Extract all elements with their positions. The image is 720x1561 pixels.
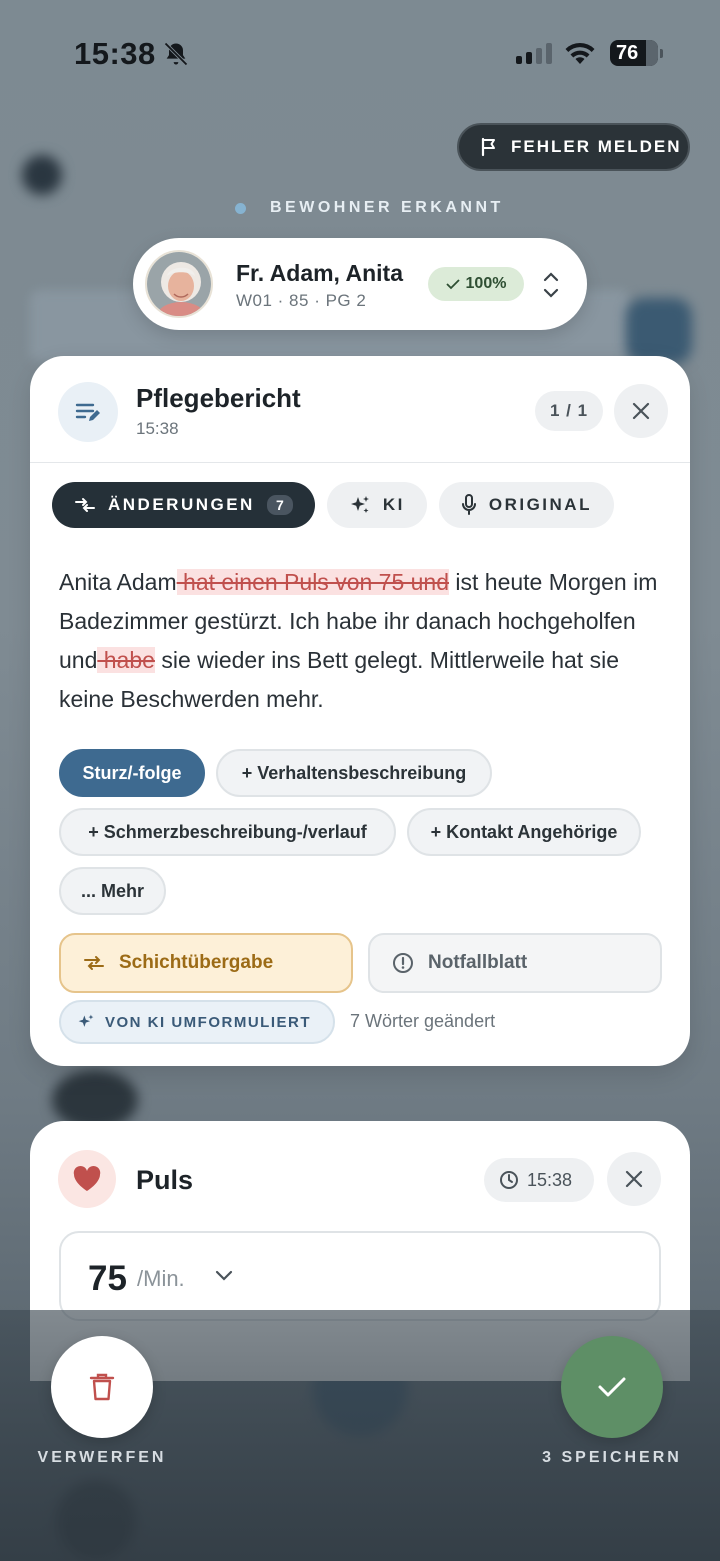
swap-arrows-icon bbox=[84, 956, 104, 970]
pulse-title: Puls bbox=[136, 1165, 194, 1195]
discard-button[interactable] bbox=[51, 1336, 153, 1438]
tag-behavior[interactable]: + Verhaltensbeschreibung bbox=[216, 749, 492, 797]
swap-arrows-icon bbox=[75, 498, 95, 512]
sparkle-icon bbox=[350, 496, 369, 513]
report-text[interactable]: Anita Adam hat einen Puls von 75 und ist… bbox=[59, 563, 669, 719]
chevron-up-down-icon[interactable] bbox=[538, 268, 564, 302]
battery-indicator: 76 bbox=[610, 40, 663, 66]
check-icon bbox=[445, 279, 460, 290]
view-tabs: ÄNDERUNGEN 7 KI ORIGINAL bbox=[52, 482, 614, 528]
pulse-unit: /Min. bbox=[137, 1266, 185, 1291]
pulse-value: 75 bbox=[88, 1259, 127, 1298]
background-avatar bbox=[22, 155, 62, 195]
wifi-icon bbox=[565, 42, 595, 64]
tab-original[interactable]: ORIGINAL bbox=[438, 482, 614, 528]
emergency-sheet-label: Notfallblatt bbox=[428, 952, 528, 973]
microphone-icon bbox=[461, 494, 476, 515]
close-pulse-button[interactable] bbox=[607, 1152, 661, 1206]
pulse-time-button[interactable]: 15:38 bbox=[484, 1158, 594, 1202]
report-error-label: FEHLER MELDEN bbox=[511, 137, 682, 156]
tab-changes-label: ÄNDERUNGEN bbox=[108, 495, 255, 514]
card-title: Pflegebericht bbox=[136, 383, 301, 413]
tab-ki-label: KI bbox=[382, 495, 405, 514]
changes-count-badge: 7 bbox=[266, 495, 293, 515]
tag-pain[interactable]: + Schmerzbeschreibung-/verlauf bbox=[59, 808, 396, 856]
care-report-card: Pflegebericht 15:38 1 / 1 ÄNDERUNGEN 7 K… bbox=[30, 356, 690, 1066]
background-fab bbox=[626, 298, 692, 364]
divider bbox=[30, 462, 690, 463]
resident-recognized-label: BEWOHNER ERKANNT bbox=[270, 199, 504, 216]
deleted-text: hat einen Puls von 75 und bbox=[176, 569, 450, 595]
report-error-button[interactable]: FEHLER MELDEN bbox=[457, 123, 690, 171]
close-icon bbox=[632, 402, 650, 420]
ai-rephrased-label: VON KI UMFORMULIERT bbox=[105, 1013, 311, 1031]
status-time: 15:38 bbox=[74, 36, 156, 71]
pulse-value-input[interactable]: 75 /Min. bbox=[59, 1231, 661, 1321]
shift-handover-button[interactable]: Schichtübergabe bbox=[59, 933, 353, 993]
bell-off-icon bbox=[164, 42, 188, 66]
tag-relatives[interactable]: + Kontakt Angehörige bbox=[407, 808, 641, 856]
tag-fall[interactable]: Sturz/-folge bbox=[59, 749, 205, 797]
resident-details: W01 · 85 · PG 2 bbox=[236, 291, 367, 310]
pulse-time: 15:38 bbox=[527, 1169, 573, 1190]
text-segment: Anita Adam bbox=[59, 569, 177, 595]
save-button[interactable] bbox=[561, 1336, 663, 1438]
clock-icon bbox=[500, 1171, 518, 1189]
close-icon bbox=[625, 1170, 643, 1188]
tab-changes[interactable]: ÄNDERUNGEN 7 bbox=[52, 482, 315, 528]
save-label: 3 SPEICHERN bbox=[542, 1449, 682, 1466]
status-bar: 15:38 76 bbox=[0, 0, 720, 100]
resident-avatar bbox=[145, 250, 213, 318]
flag-icon bbox=[481, 137, 495, 157]
status-dot bbox=[235, 202, 246, 214]
discard-label: VERWERFEN bbox=[37, 1449, 167, 1466]
card-time: 15:38 bbox=[136, 419, 179, 438]
report-edit-icon bbox=[58, 382, 118, 442]
emergency-sheet-button[interactable]: Notfallblatt bbox=[368, 933, 662, 993]
close-report-button[interactable] bbox=[614, 384, 668, 438]
trash-icon bbox=[89, 1373, 115, 1401]
heart-icon bbox=[58, 1150, 116, 1208]
ai-rephrased-badge: VON KI UMFORMULIERT bbox=[59, 1000, 335, 1044]
match-percentage: 100% bbox=[465, 275, 507, 292]
resident-name: Fr. Adam, Anita bbox=[236, 260, 403, 286]
resident-recognized-indicator: BEWOHNER ERKANNT bbox=[235, 199, 504, 217]
match-badge: 100% bbox=[428, 267, 524, 301]
alert-circle-icon bbox=[393, 953, 413, 973]
signal-icon bbox=[516, 42, 552, 64]
tab-original-label: ORIGINAL bbox=[488, 495, 592, 514]
page-indicator: 1 / 1 bbox=[535, 391, 603, 431]
changed-words-count: 7 Wörter geändert bbox=[350, 1011, 496, 1031]
tab-ki[interactable]: KI bbox=[326, 482, 427, 528]
chevron-down-icon[interactable] bbox=[215, 1269, 233, 1283]
sparkle-icon bbox=[78, 1014, 94, 1027]
check-icon bbox=[598, 1377, 626, 1397]
resident-selector[interactable]: Fr. Adam, Anita W01 · 85 · PG 2 100% bbox=[133, 238, 587, 330]
shift-handover-label: Schichtübergabe bbox=[119, 952, 274, 973]
deleted-text: habe bbox=[97, 647, 155, 673]
tag-more[interactable]: ... Mehr bbox=[59, 867, 166, 915]
